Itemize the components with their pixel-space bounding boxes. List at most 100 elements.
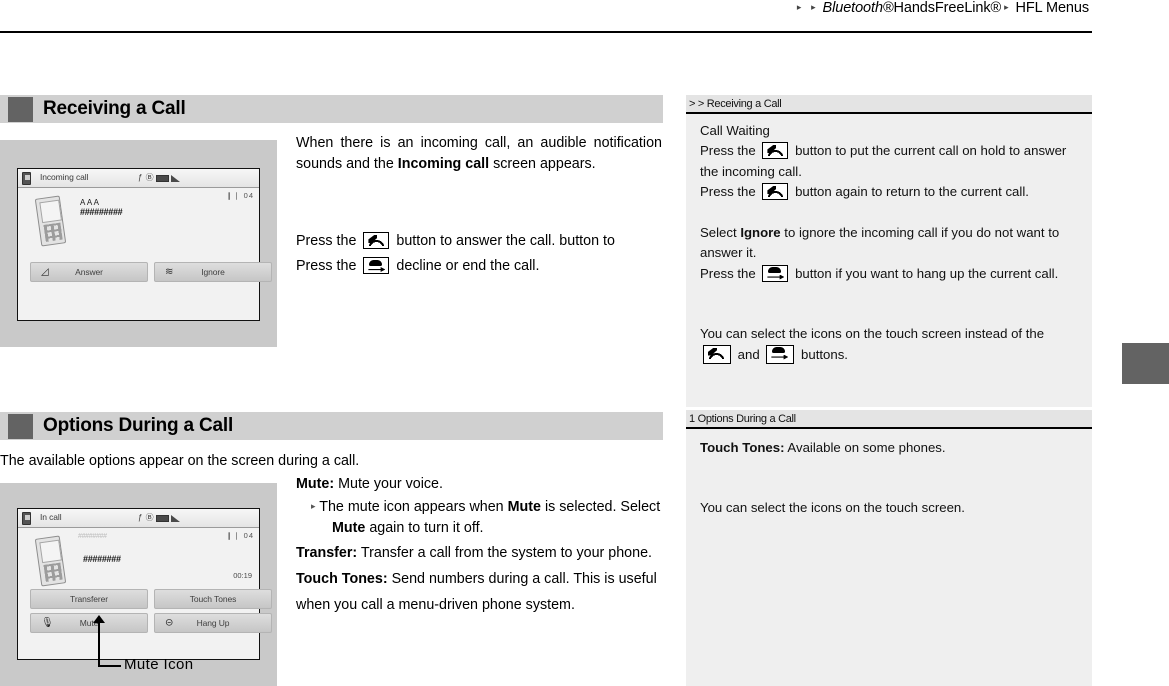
section-heading-receiving-a-call: Receiving a Call: [0, 95, 663, 123]
text-run: button if you want to hang up the curren…: [795, 265, 1059, 281]
caller-number: #########: [80, 207, 123, 217]
edge-tab-label-features: Features: [1120, 380, 1169, 400]
bluetooth-status-icon: ƒ Ⓑ: [138, 513, 155, 522]
end-call-button-key-icon: [766, 344, 795, 364]
device-status-bar: In call ƒ Ⓑ: [18, 509, 259, 528]
section-title: Options During a Call: [43, 415, 234, 436]
list-call-options: Mute: Mute your voice. ▸ The mute icon a…: [296, 474, 668, 618]
signal-icon: [171, 515, 181, 522]
bluetooth-status-icon: ƒ Ⓑ: [138, 173, 155, 182]
reference-sidebar: > > Receiving a Call Call Waiting Press …: [686, 0, 1092, 686]
text-run-bold: Mute: [332, 520, 366, 536]
device-screen-in-call: In call ƒ Ⓑ ❙❘ 04 00:19 ######## #######…: [17, 508, 272, 660]
device-button-label: Answer: [75, 267, 103, 277]
figure-incoming-call: Incoming call ƒ Ⓑ ❙❘ 04 AAA ######### ◿ …: [0, 140, 277, 347]
sidebar-breadcrumb-receiving-a-call: > > Receiving a Call: [686, 95, 1092, 112]
text-run: Press the: [296, 233, 357, 249]
section-marker-square: [8, 413, 33, 439]
answer-button-key-icon: [363, 232, 390, 249]
answer-button-key-icon: [703, 344, 731, 364]
paragraph-incoming-call: When there is an incoming call, an audib…: [296, 133, 662, 175]
signal-icon: [171, 175, 181, 182]
device-status-indicators: ƒ Ⓑ: [138, 172, 181, 183]
phone-status-icon: [22, 172, 31, 185]
text-run: Press the: [700, 143, 756, 158]
call-timer: 00:19: [233, 571, 252, 580]
device-button-hang-up[interactable]: ⊝ Hang Up: [154, 613, 272, 633]
caller-number: ########: [83, 554, 121, 564]
text-run: button again to return to the current ca…: [795, 184, 1029, 199]
section-heading-options-during-a-call: Options During a Call: [0, 412, 663, 440]
caller-name-faint: ########: [78, 533, 107, 540]
paragraph-available-options: The available options appear on the scre…: [0, 453, 360, 469]
device-button-transferer[interactable]: Transferer: [30, 589, 148, 609]
sidebar-text-touch-tones: Touch Tones: Available on some phones. Y…: [700, 438, 1080, 519]
sidebar-panel-options-during-a-call: Touch Tones: Available on some phones. Y…: [686, 428, 1092, 686]
handset-illustration-icon: [34, 535, 67, 587]
phone-status-icon: [22, 512, 31, 525]
text-run: You can select the icons on the touch sc…: [700, 500, 965, 515]
main-content-column: Receiving a Call Incoming call ƒ Ⓑ ❙❘ 04…: [0, 0, 680, 686]
section-title: Receiving a Call: [43, 98, 186, 119]
battery-icon: [156, 515, 170, 522]
text-run: The mute icon appears when: [319, 498, 508, 515]
caller-name: AAA: [80, 198, 101, 207]
option-label-touch-tones: Touch Tones:: [700, 439, 785, 455]
device-button-label: Transferer: [70, 594, 108, 604]
sidebar-breadcrumb-options-during-a-call: 1 Options During a Call: [686, 410, 1092, 427]
device-status-title: In call: [40, 512, 62, 522]
paragraph-press-buttons: Press the button to answer the call. but…: [296, 229, 666, 279]
device-button-touch-tones[interactable]: Touch Tones: [154, 589, 272, 609]
text-run: decline or end the call.: [396, 258, 540, 274]
text-run: Mute your voice.: [334, 476, 443, 492]
text-run: is selected. Select: [540, 498, 661, 515]
device-button-mute[interactable]: 🎙 Mute: [30, 613, 148, 633]
list-item: ▸ The mute icon appears when Mute is sel…: [296, 496, 668, 540]
list-item: Transfer: Transfer a call from the syste…: [296, 540, 668, 566]
device-screen-incoming-call: Incoming call ƒ Ⓑ ❙❘ 04 AAA ######### ◿ …: [17, 168, 272, 321]
answer-call-icon: ◿: [41, 266, 49, 278]
text-run: Select: [700, 224, 741, 240]
sidebar-breadcrumb-label: 1 Options During a Call: [689, 412, 796, 425]
text-run: Press the: [296, 258, 357, 274]
device-button-answer[interactable]: ◿ Answer: [30, 262, 148, 282]
device-status-indicators: ƒ Ⓑ: [138, 512, 181, 523]
sidebar-panel-receiving-a-call: Call Waiting Press the button to put the…: [686, 113, 1092, 407]
list-item: Touch Tones: Send numbers during a call.…: [296, 566, 668, 618]
text-run: Press the: [700, 265, 756, 281]
edge-tab-marker: [1122, 343, 1169, 384]
triangle-bullet-icon: ▸: [311, 500, 316, 511]
section-marker-square: [8, 96, 33, 122]
device-button-label: Ignore: [201, 267, 225, 277]
callout-leader-line: [98, 665, 121, 667]
option-label-mute: Mute:: [296, 476, 335, 492]
text-run: again to turn it off.: [365, 520, 484, 536]
end-call-button-key-icon: [363, 257, 390, 274]
text-run-bold: Ignore: [740, 224, 781, 240]
device-status-bar: Incoming call ƒ Ⓑ: [18, 169, 259, 188]
end-call-button-key-icon: [762, 264, 789, 282]
option-label-transfer: Transfer:: [296, 544, 358, 561]
volume-indicator: ❙❘ 04: [226, 191, 254, 200]
device-status-title: Incoming call: [40, 172, 89, 182]
device-button-ignore[interactable]: ≋ Ignore: [154, 262, 272, 282]
battery-icon: [156, 175, 170, 182]
sidebar-breadcrumb-label: > > Receiving a Call: [689, 97, 782, 110]
text-run: and: [737, 346, 760, 362]
device-button-label: Hang Up: [196, 618, 230, 628]
text-run: screen appears.: [489, 156, 596, 172]
volume-indicator: ❙❘ 04: [226, 531, 254, 540]
text-run: button to answer the call. button to: [396, 233, 615, 249]
handset-illustration-icon: [34, 195, 67, 247]
answer-button-key-icon: [762, 183, 789, 200]
answer-button-key-icon: [762, 142, 789, 159]
text-run: Press the: [700, 184, 756, 199]
mute-microphone-icon: 🎙: [41, 617, 54, 629]
text-run: Transfer a call from the system to your …: [357, 544, 652, 561]
option-label-touch-tones: Touch Tones:: [296, 570, 388, 587]
device-button-label: Touch Tones: [189, 594, 237, 604]
